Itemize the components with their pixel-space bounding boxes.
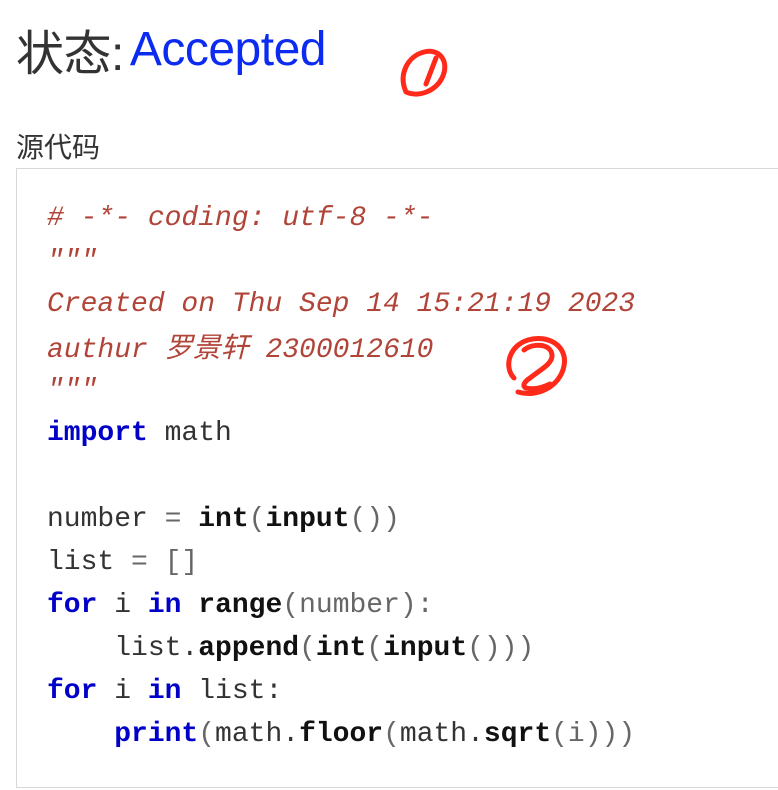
parens: () xyxy=(349,504,384,535)
method-append: append xyxy=(198,633,300,664)
keyword-in: in xyxy=(147,590,182,621)
builtin-print: print xyxy=(114,719,199,750)
code-line-5: """ xyxy=(47,369,635,412)
paren: ( xyxy=(366,633,384,664)
builtin-int: int xyxy=(198,504,249,535)
var-number: number xyxy=(47,504,148,535)
code-comment: """ xyxy=(47,375,98,406)
keyword-for: for xyxy=(47,676,98,707)
builtin-input: input xyxy=(265,504,350,535)
source-code-block: # -*- coding: utf-8 -*- """ Created on Thu… xyxy=(16,168,778,788)
builtin-range: range xyxy=(198,590,283,621)
code-line-10: for i in range(number): xyxy=(47,584,635,627)
code-line-4: authur 罗景轩 2300012610 xyxy=(47,326,635,369)
code-line-13: print(math.floor(math.sqrt(i))) xyxy=(47,713,635,756)
paren: ( xyxy=(383,719,400,750)
code-comment: # -*- coding: utf-8 -*- xyxy=(47,203,434,234)
code-text: # -*- coding: utf-8 -*- """ Created on Thu… xyxy=(47,197,635,756)
parens-tail: (i))) xyxy=(551,719,636,750)
code-line-2: """ xyxy=(47,240,635,283)
author-name: 罗景轩 xyxy=(164,331,249,364)
code-line-8: number = int(input()) xyxy=(47,498,635,541)
paren: ) xyxy=(383,504,400,535)
source-code-title: 源代码 xyxy=(16,131,101,164)
op-assign: = xyxy=(147,504,199,535)
code-comment: authur xyxy=(47,335,165,366)
keyword-import: import xyxy=(47,418,148,449)
var-list: list xyxy=(47,547,115,578)
author-id: 2300012610 xyxy=(248,335,434,366)
code-line-9: list = [] xyxy=(47,541,635,584)
list-dot: list. xyxy=(114,633,199,664)
list-literal: = [] xyxy=(114,547,199,578)
module-math: math xyxy=(147,418,232,449)
code-line-3: Created on Thu Sep 14 15:21:19 2023 xyxy=(47,283,635,326)
math-dot: math. xyxy=(215,719,300,750)
range-args: (number): xyxy=(282,590,434,621)
builtin-input: input xyxy=(383,633,468,664)
builtin-int: int xyxy=(315,633,367,664)
keyword-in: in xyxy=(147,676,182,707)
code-line-12: for i in list: xyxy=(47,670,635,713)
status-label: 状态: xyxy=(16,28,124,81)
code-comment: """ xyxy=(47,246,98,277)
code-line-6: import math xyxy=(47,412,635,455)
code-comment: Created on Thu Sep 14 15:21:19 2023 xyxy=(47,289,636,320)
keyword-for: for xyxy=(47,590,98,621)
code-line-11: list.append(int(input())) xyxy=(47,627,635,670)
paren: ( xyxy=(198,719,216,750)
math-dot: math. xyxy=(399,719,484,750)
status-accepted[interactable]: Accepted xyxy=(130,22,327,77)
status-line: 状态: Accepted xyxy=(16,14,326,84)
list-colon: list: xyxy=(181,676,283,707)
paren: ( xyxy=(248,504,266,535)
var-i: i xyxy=(97,676,148,707)
code-line-1: # -*- coding: utf-8 -*- xyxy=(47,197,635,240)
func-sqrt: sqrt xyxy=(483,719,552,750)
parens-tail: ())) xyxy=(467,633,535,664)
func-floor: floor xyxy=(299,719,384,750)
var-i: i xyxy=(97,590,148,621)
annotation-mark-1 xyxy=(400,48,448,97)
paren: ( xyxy=(299,633,316,664)
